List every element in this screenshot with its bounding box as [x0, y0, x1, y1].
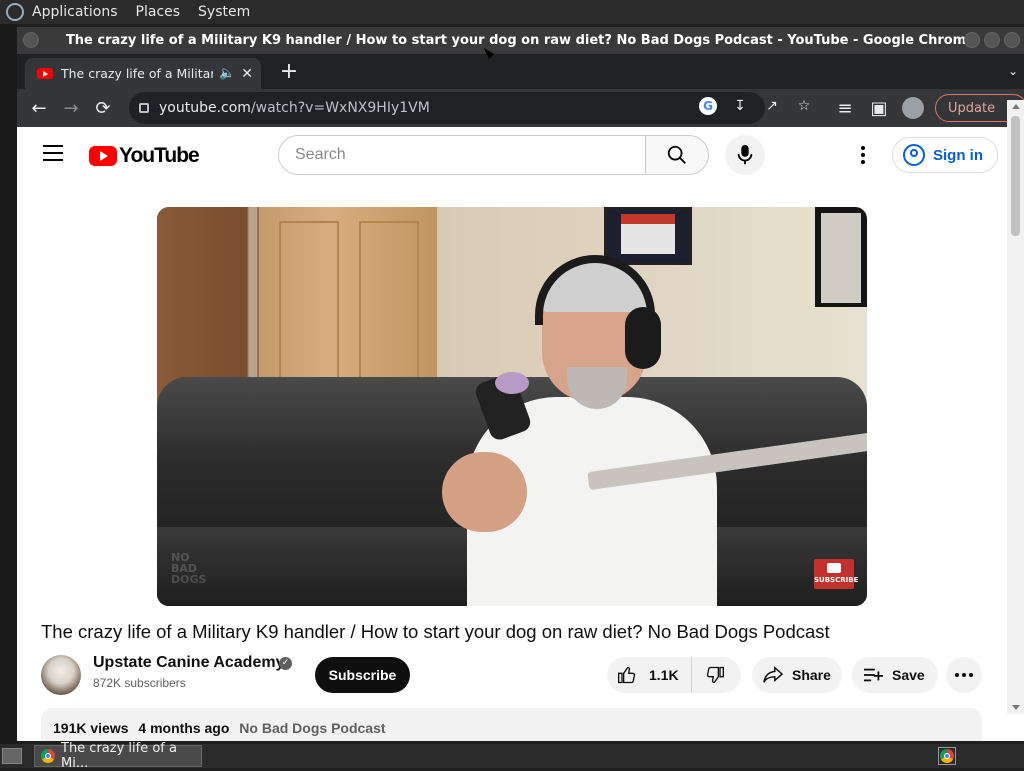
window-titlebar[interactable]: The crazy life of a Military K9 handler …	[17, 27, 1024, 54]
chrome-icon	[41, 749, 55, 763]
close-tab-icon[interactable]: ✕	[241, 66, 253, 82]
menu-applications[interactable]: Applications	[32, 4, 118, 20]
reload-icon[interactable]: ⟳	[87, 92, 119, 124]
update-label: Update	[948, 100, 996, 116]
tab-strip: The crazy life of a Military K 🔈 ✕ + ⌄	[17, 54, 1024, 89]
video-watermark: NO BAD DOGS	[171, 551, 207, 586]
search-button[interactable]	[645, 135, 709, 175]
window-menu-button[interactable]	[23, 32, 39, 48]
like-count: 1.1K	[649, 667, 679, 683]
google-icon[interactable]: G	[699, 97, 717, 115]
share-button[interactable]: Share	[752, 657, 842, 693]
channel-name[interactable]: Upstate Canine Academy	[93, 654, 284, 672]
back-icon[interactable]: ←	[23, 92, 55, 124]
search-icon	[667, 145, 686, 164]
address-bar[interactable]: youtube.com/watch?v=WxNX9HIy1VM	[129, 92, 765, 124]
channel-avatar[interactable]	[41, 655, 81, 695]
podcast-link[interactable]: No Bad Dogs Podcast	[239, 720, 385, 736]
bookmark-star-icon[interactable]: ☆	[795, 97, 813, 115]
youtube-wordmark: YouTube	[119, 144, 200, 167]
video-frame-wall-picture-2	[815, 207, 867, 307]
subscribe-button[interactable]: Subscribe	[315, 657, 410, 693]
search-input[interactable]	[295, 146, 645, 164]
scroll-down-icon[interactable]	[1012, 705, 1020, 710]
desktop-background	[0, 24, 17, 744]
settings-more-icon[interactable]	[853, 143, 873, 167]
page-scrollbar[interactable]	[1007, 100, 1024, 714]
hamburger-menu-icon[interactable]	[43, 145, 63, 161]
like-dislike-group: 1.1K	[607, 657, 741, 693]
account-icon	[903, 144, 925, 166]
desktop-top-panel: Applications Places System	[0, 0, 1024, 24]
minimize-button[interactable]	[964, 32, 980, 48]
url-path: /watch?v=WxNX9HIy1VM	[250, 100, 430, 116]
youtube-play-icon	[89, 146, 117, 166]
side-panel-icon[interactable]: ▣	[863, 92, 895, 124]
voice-search-button[interactable]	[725, 135, 765, 175]
show-desktop-button[interactable]	[2, 748, 22, 764]
youtube-logo[interactable]: YouTube	[89, 144, 200, 168]
tray-chrome-icon[interactable]	[938, 747, 956, 765]
share-icon[interactable]: ↗	[763, 97, 781, 115]
reading-list-icon[interactable]: ≡	[829, 92, 861, 124]
description-box[interactable]: 191K views 4 months ago No Bad Dogs Podc…	[41, 708, 982, 741]
video-frame-arm	[442, 452, 527, 532]
more-actions-button[interactable]	[946, 657, 982, 693]
lock-icon[interactable]	[139, 103, 149, 113]
search-field[interactable]	[278, 135, 646, 175]
video-frame-wall-picture	[604, 207, 692, 265]
url-host: youtube.com	[159, 100, 251, 116]
maximize-button[interactable]	[984, 32, 1000, 48]
youtube-favicon-icon	[37, 68, 53, 79]
like-button[interactable]: 1.1K	[607, 657, 692, 693]
playlist-add-icon	[864, 668, 883, 682]
sign-in-label: Sign in	[933, 146, 983, 164]
tab-youtube-video[interactable]: The crazy life of a Military K 🔈 ✕	[25, 58, 261, 89]
save-label: Save	[892, 667, 925, 683]
omnibox-actions: G ↧ ↗ ☆	[699, 97, 813, 115]
thumbs-up-icon	[618, 666, 636, 684]
youtube-masthead: YouTube Sign in	[17, 127, 1007, 183]
audio-playing-icon[interactable]: 🔈	[219, 66, 235, 81]
browser-toolbar: ← → ⟳ youtube.com/watch?v=WxNX9HIy1VM G …	[17, 89, 1024, 127]
sign-in-button[interactable]: Sign in	[892, 137, 998, 173]
window-title: The crazy life of a Military K9 handler …	[65, 33, 976, 48]
scrollbar-thumb[interactable]	[1011, 116, 1020, 236]
tab-title: The crazy life of a Military K	[61, 66, 214, 81]
close-window-button[interactable]	[1004, 32, 1020, 48]
share-arrow-icon	[763, 666, 784, 683]
subscriber-count: 872K subscribers	[93, 676, 186, 690]
verified-check-icon: ✓	[279, 657, 292, 670]
install-icon[interactable]: ↧	[731, 97, 749, 115]
taskbar-chrome-window[interactable]: The crazy life of a Mi...	[34, 741, 202, 771]
desktop-taskbar: The crazy life of a Mi...	[0, 741, 1024, 771]
save-button[interactable]: Save	[852, 657, 938, 693]
video-frame-headphone-cup	[625, 307, 661, 369]
tab-search-chevron-icon[interactable]: ⌄	[1008, 64, 1018, 78]
share-label: Share	[792, 667, 831, 683]
video-frame-mic-foam	[495, 372, 529, 394]
dislike-button[interactable]	[692, 657, 738, 693]
toolbar-right: ≡ ▣ Update ⋮	[829, 92, 1024, 124]
scroll-up-icon[interactable]	[1012, 104, 1020, 109]
profile-icon[interactable]	[897, 92, 929, 124]
microphone-icon	[737, 144, 753, 165]
video-title: The crazy life of a Military K9 handler …	[41, 621, 830, 642]
thumbs-down-icon	[706, 666, 724, 684]
browser-window: The crazy life of a Military K9 handler …	[17, 27, 1024, 741]
forward-icon[interactable]: →	[55, 92, 87, 124]
channel-row: Upstate Canine Academy ✓ 872K subscriber…	[41, 654, 991, 695]
menu-system[interactable]: System	[198, 4, 250, 20]
view-count: 191K views	[53, 720, 129, 736]
video-player[interactable]: NO BAD DOGS SUBSCRIBE	[157, 207, 867, 606]
youtube-page: YouTube Sign in	[17, 127, 1007, 741]
upload-date: 4 months ago	[138, 720, 230, 736]
taskbar-item-label: The crazy life of a Mi...	[61, 741, 177, 771]
distro-logo-icon[interactable]	[6, 3, 24, 21]
menu-places[interactable]: Places	[136, 4, 181, 20]
subscribe-watermark-badge[interactable]: SUBSCRIBE	[814, 559, 858, 589]
new-tab-button[interactable]: +	[277, 60, 301, 84]
